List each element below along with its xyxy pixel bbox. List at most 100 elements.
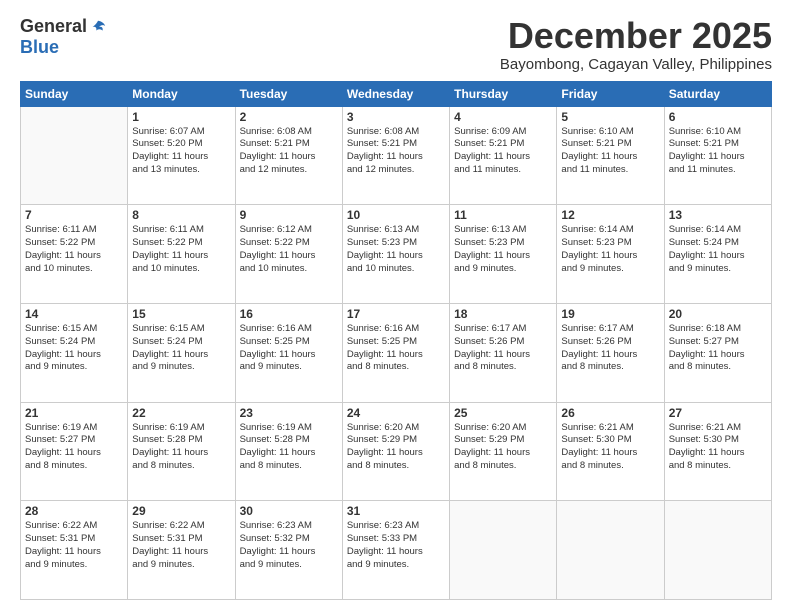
weekday-header-sunday: Sunday (21, 81, 128, 106)
calendar-cell: 15Sunrise: 6:15 AM Sunset: 5:24 PM Dayli… (128, 303, 235, 402)
day-number: 5 (561, 110, 659, 124)
day-info: Sunrise: 6:09 AM Sunset: 5:21 PM Dayligh… (454, 126, 552, 177)
week-row-4: 28 Sunrise: 6:22 AM Sunset: 5:31 PM Dayli… (21, 501, 772, 600)
day-info: Sunrise: 6:17 AM Sunset: 5:26 PM Dayligh… (561, 323, 659, 374)
calendar-cell: 14 Sunrise: 6:15 AM Sunset: 5:24 PM Dayli… (21, 303, 128, 402)
week-row-2: 14 Sunrise: 6:15 AM Sunset: 5:24 PM Dayli… (21, 303, 772, 402)
day-info: Sunrise: 6:23 AM Sunset: 5:32 PM Dayligh… (240, 520, 338, 571)
day-number: 24 (347, 406, 445, 420)
day-info: Sunrise: 6:20 AM Sunset: 5:29 PM Dayligh… (454, 422, 552, 473)
day-info: Sunrise: 6:07 AM Sunset: 5:20 PM Dayligh… (132, 126, 230, 177)
day-info: Sunrise: 6:14 AM Sunset: 5:24 PM Dayligh… (669, 224, 767, 275)
day-number: 19 (561, 307, 659, 321)
day-info: Sunrise: 6:12 AM Sunset: 5:22 PM Dayligh… (240, 224, 338, 275)
calendar-cell: 9 Sunrise: 6:12 AM Sunset: 5:22 PM Daylig… (235, 205, 342, 304)
calendar-cell: 4 Sunrise: 6:09 AM Sunset: 5:21 PM Daylig… (450, 106, 557, 205)
calendar-cell: 13Sunrise: 6:14 AM Sunset: 5:24 PM Dayli… (664, 205, 771, 304)
calendar-cell: 28 Sunrise: 6:22 AM Sunset: 5:31 PM Dayli… (21, 501, 128, 600)
logo-general: General (20, 16, 87, 37)
day-number: 17 (347, 307, 445, 321)
title-section: December 2025 Bayombong, Cagayan Valley,… (500, 16, 772, 73)
day-number: 28 (25, 504, 123, 518)
calendar-cell: 19 Sunrise: 6:17 AM Sunset: 5:26 PM Dayli… (557, 303, 664, 402)
day-info: Sunrise: 6:08 AM Sunset: 5:21 PM Dayligh… (240, 126, 338, 177)
calendar-cell: 2 Sunrise: 6:08 AM Sunset: 5:21 PM Daylig… (235, 106, 342, 205)
location: Bayombong, Cagayan Valley, Philippines (500, 56, 772, 73)
calendar-cell: 30 Sunrise: 6:23 AM Sunset: 5:32 PM Dayli… (235, 501, 342, 600)
day-info: Sunrise: 6:13 AM Sunset: 5:23 PM Dayligh… (454, 224, 552, 275)
day-number: 21 (25, 406, 123, 420)
day-number: 20 (669, 307, 767, 321)
calendar-cell: 24 Sunrise: 6:20 AM Sunset: 5:29 PM Dayli… (342, 402, 449, 501)
calendar-cell: 23 Sunrise: 6:19 AM Sunset: 5:28 PM Dayli… (235, 402, 342, 501)
day-number: 14 (25, 307, 123, 321)
day-info: Sunrise: 6:16 AM Sunset: 5:25 PM Dayligh… (240, 323, 338, 374)
logo-text: General (20, 16, 107, 37)
day-number: 18 (454, 307, 552, 321)
weekday-header-row: SundayMondayTuesdayWednesdayThursdayFrid… (21, 81, 772, 106)
day-info: Sunrise: 6:19 AM Sunset: 5:28 PM Dayligh… (132, 422, 230, 473)
calendar-cell (557, 501, 664, 600)
logo: General Blue (20, 16, 107, 58)
calendar-cell (664, 501, 771, 600)
day-number: 25 (454, 406, 552, 420)
day-number: 11 (454, 208, 552, 222)
day-number: 8 (132, 208, 230, 222)
day-info: Sunrise: 6:08 AM Sunset: 5:21 PM Dayligh… (347, 126, 445, 177)
day-number: 23 (240, 406, 338, 420)
calendar-cell: 25 Sunrise: 6:20 AM Sunset: 5:29 PM Dayli… (450, 402, 557, 501)
calendar-cell: 3Sunrise: 6:08 AM Sunset: 5:21 PM Daylig… (342, 106, 449, 205)
week-row-0: 1 Sunrise: 6:07 AM Sunset: 5:20 PM Daylig… (21, 106, 772, 205)
calendar-cell: 21 Sunrise: 6:19 AM Sunset: 5:27 PM Dayli… (21, 402, 128, 501)
day-number: 4 (454, 110, 552, 124)
calendar-cell: 6Sunrise: 6:10 AM Sunset: 5:21 PM Daylig… (664, 106, 771, 205)
day-info: Sunrise: 6:11 AM Sunset: 5:22 PM Dayligh… (132, 224, 230, 275)
day-number: 30 (240, 504, 338, 518)
weekday-header-monday: Monday (128, 81, 235, 106)
day-info: Sunrise: 6:10 AM Sunset: 5:21 PM Dayligh… (561, 126, 659, 177)
week-row-3: 21 Sunrise: 6:19 AM Sunset: 5:27 PM Dayli… (21, 402, 772, 501)
header: General Blue December 2025 Bayombong, Ca… (20, 16, 772, 73)
day-info: Sunrise: 6:21 AM Sunset: 5:30 PM Dayligh… (669, 422, 767, 473)
weekday-header-saturday: Saturday (664, 81, 771, 106)
day-info: Sunrise: 6:20 AM Sunset: 5:29 PM Dayligh… (347, 422, 445, 473)
day-number: 2 (240, 110, 338, 124)
day-number: 7 (25, 208, 123, 222)
day-info: Sunrise: 6:14 AM Sunset: 5:23 PM Dayligh… (561, 224, 659, 275)
day-number: 6 (669, 110, 767, 124)
day-info: Sunrise: 6:23 AM Sunset: 5:33 PM Dayligh… (347, 520, 445, 571)
day-number: 10 (347, 208, 445, 222)
day-info: Sunrise: 6:18 AM Sunset: 5:27 PM Dayligh… (669, 323, 767, 374)
calendar-cell: 8 Sunrise: 6:11 AM Sunset: 5:22 PM Daylig… (128, 205, 235, 304)
day-info: Sunrise: 6:17 AM Sunset: 5:26 PM Dayligh… (454, 323, 552, 374)
calendar-cell: 31Sunrise: 6:23 AM Sunset: 5:33 PM Dayli… (342, 501, 449, 600)
logo-bird-icon (89, 18, 107, 36)
calendar-cell: 18 Sunrise: 6:17 AM Sunset: 5:26 PM Dayli… (450, 303, 557, 402)
weekday-header-tuesday: Tuesday (235, 81, 342, 106)
day-number: 16 (240, 307, 338, 321)
day-info: Sunrise: 6:19 AM Sunset: 5:27 PM Dayligh… (25, 422, 123, 473)
weekday-header-thursday: Thursday (450, 81, 557, 106)
day-info: Sunrise: 6:15 AM Sunset: 5:24 PM Dayligh… (132, 323, 230, 374)
calendar-cell (450, 501, 557, 600)
day-number: 1 (132, 110, 230, 124)
day-number: 27 (669, 406, 767, 420)
day-number: 9 (240, 208, 338, 222)
day-info: Sunrise: 6:15 AM Sunset: 5:24 PM Dayligh… (25, 323, 123, 374)
weekday-header-friday: Friday (557, 81, 664, 106)
day-info: Sunrise: 6:13 AM Sunset: 5:23 PM Dayligh… (347, 224, 445, 275)
page: General Blue December 2025 Bayombong, Ca… (0, 0, 792, 612)
month-title: December 2025 (500, 16, 772, 56)
day-info: Sunrise: 6:11 AM Sunset: 5:22 PM Dayligh… (25, 224, 123, 275)
calendar-cell: 26Sunrise: 6:21 AM Sunset: 5:30 PM Dayli… (557, 402, 664, 501)
calendar-cell: 29Sunrise: 6:22 AM Sunset: 5:31 PM Dayli… (128, 501, 235, 600)
weekday-header-wednesday: Wednesday (342, 81, 449, 106)
day-info: Sunrise: 6:19 AM Sunset: 5:28 PM Dayligh… (240, 422, 338, 473)
calendar-cell: 22Sunrise: 6:19 AM Sunset: 5:28 PM Dayli… (128, 402, 235, 501)
calendar-cell: 20 Sunrise: 6:18 AM Sunset: 5:27 PM Dayli… (664, 303, 771, 402)
calendar-cell: 11 Sunrise: 6:13 AM Sunset: 5:23 PM Dayli… (450, 205, 557, 304)
day-info: Sunrise: 6:22 AM Sunset: 5:31 PM Dayligh… (25, 520, 123, 571)
day-number: 26 (561, 406, 659, 420)
calendar-cell: 1 Sunrise: 6:07 AM Sunset: 5:20 PM Daylig… (128, 106, 235, 205)
day-info: Sunrise: 6:16 AM Sunset: 5:25 PM Dayligh… (347, 323, 445, 374)
